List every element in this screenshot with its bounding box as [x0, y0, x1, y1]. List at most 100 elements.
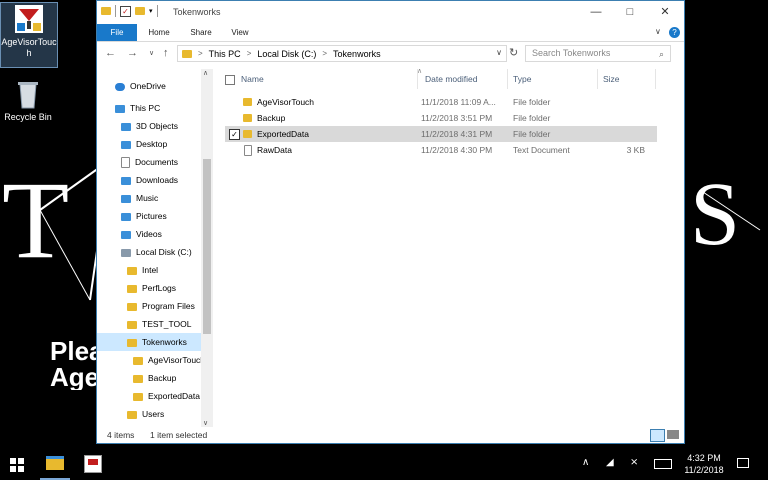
- folder-icon: [133, 374, 143, 383]
- breadcrumb-this-pc[interactable]: This PC: [209, 49, 241, 59]
- title-bar[interactable]: ✓ ▾ Tokenworks — □ ✕: [97, 1, 684, 24]
- column-header-size[interactable]: Size: [603, 69, 620, 89]
- desktop-icon-recycle-bin[interactable]: Recycle Bin: [0, 78, 56, 123]
- folder-icon: [127, 284, 137, 293]
- tab-view[interactable]: View: [225, 24, 255, 41]
- nav-item-perflogs[interactable]: PerfLogs: [97, 279, 213, 297]
- file-explorer-taskbar-icon[interactable]: [46, 456, 64, 470]
- breadcrumb-tokenworks[interactable]: Tokenworks: [333, 49, 381, 59]
- expand-ribbon-icon[interactable]: ∨: [655, 27, 661, 36]
- folder-icon: [127, 410, 137, 419]
- nav-item-program-files[interactable]: Program Files: [97, 297, 213, 315]
- file-row[interactable]: ✓ ExportedData 11/2/2018 4:31 PM File fo…: [225, 126, 657, 142]
- nav-item-tokenworks[interactable]: Tokenworks: [97, 333, 213, 351]
- maximize-button[interactable]: □: [613, 1, 647, 24]
- nav-scrollbar[interactable]: ∧ ∨: [201, 69, 213, 427]
- nav-item-backup[interactable]: Backup: [97, 369, 213, 387]
- explorer-window: ✓ ▾ Tokenworks — □ ✕ File Home Share Vie…: [96, 0, 685, 444]
- desktop-icon-agevisortouch[interactable]: AgeVisorTouch: [0, 2, 58, 68]
- ribbon: File Home Share View ∨ ?: [97, 24, 684, 42]
- music-icon: [121, 194, 131, 203]
- window-title: Tokenworks: [173, 7, 221, 17]
- network-icon[interactable]: ◢: [606, 457, 614, 468]
- videos-icon: [121, 230, 131, 239]
- folder-icon: [127, 320, 137, 329]
- downloads-icon: [121, 176, 131, 185]
- folder-icon: [121, 140, 131, 149]
- documents-icon: [121, 157, 130, 169]
- folder-icon: [243, 130, 252, 138]
- tab-share[interactable]: Share: [183, 24, 219, 41]
- minimize-button[interactable]: —: [579, 1, 613, 24]
- row-checkbox[interactable]: ✓: [229, 129, 240, 140]
- nav-item-users[interactable]: Users: [97, 405, 213, 423]
- scroll-up-icon[interactable]: ∧: [203, 69, 208, 77]
- forward-button[interactable]: →: [127, 47, 138, 59]
- search-input[interactable]: Search Tokenworks ⌕: [525, 45, 671, 62]
- recycle-bin-icon: [12, 78, 44, 110]
- tab-file[interactable]: File: [97, 24, 137, 41]
- help-icon[interactable]: ?: [669, 27, 680, 38]
- nav-item-3d-objects[interactable]: 3D Objects: [97, 117, 213, 135]
- nav-item-pictures[interactable]: Pictures: [97, 207, 213, 225]
- clock[interactable]: 4:32 PM 11/2/2018: [682, 452, 726, 476]
- up-button[interactable]: ↑: [163, 47, 169, 59]
- nav-item-music[interactable]: Music: [97, 189, 213, 207]
- file-row[interactable]: Backup 11/2/2018 3:51 PM File folder: [225, 110, 657, 126]
- pc-icon: [115, 104, 125, 113]
- properties-icon[interactable]: ✓: [120, 5, 131, 17]
- nav-item-intel[interactable]: Intel: [97, 261, 213, 279]
- nav-item-videos[interactable]: Videos: [97, 225, 213, 243]
- select-all-checkbox[interactable]: [225, 75, 235, 85]
- folder-icon: [101, 7, 111, 15]
- details-view-icon[interactable]: [650, 429, 665, 442]
- new-folder-icon[interactable]: [135, 7, 145, 15]
- column-header-type[interactable]: Type: [513, 69, 531, 89]
- volume-muted-icon[interactable]: ⨯: [630, 457, 638, 468]
- drive-icon: [121, 248, 131, 257]
- tab-home[interactable]: Home: [141, 24, 177, 41]
- file-row[interactable]: RawData 11/2/2018 4:30 PM Text Document …: [225, 142, 657, 158]
- address-row: ← → ∨ ↑ > This PC > Local Disk (C:) > To…: [97, 42, 684, 66]
- column-header-date-modified[interactable]: Date modified: [425, 69, 477, 89]
- folder-icon: [133, 392, 143, 401]
- nav-item-downloads[interactable]: Downloads: [97, 171, 213, 189]
- folder-icon: [127, 266, 137, 275]
- large-icons-view-icon[interactable]: [667, 430, 679, 439]
- scroll-down-icon[interactable]: ∨: [203, 419, 208, 427]
- column-header-name[interactable]: Name: [241, 69, 264, 89]
- nav-item-test-tool[interactable]: TEST_TOOL: [97, 315, 213, 333]
- chevron-down-icon[interactable]: ∨: [496, 48, 502, 57]
- folder-icon: [127, 338, 137, 347]
- search-icon: ⌕: [658, 49, 664, 59]
- taskbar: ∧ ◢ ⨯ 4:32 PM 11/2/2018: [0, 450, 768, 480]
- back-button[interactable]: ←: [105, 47, 116, 59]
- nav-item-documents[interactable]: Documents: [97, 153, 213, 171]
- breadcrumb-local-disk[interactable]: Local Disk (C:): [257, 49, 316, 59]
- onedrive-icon: [115, 82, 125, 91]
- quick-access-dropdown-icon[interactable]: ▾: [149, 7, 153, 15]
- chevron-right-icon[interactable]: >: [198, 49, 203, 58]
- nav-item-desktop[interactable]: Desktop: [97, 135, 213, 153]
- folder-icon: [182, 49, 192, 58]
- refresh-icon[interactable]: ↻: [509, 46, 518, 59]
- close-button[interactable]: ✕: [648, 1, 682, 24]
- agevisor-taskbar-icon[interactable]: [84, 455, 102, 473]
- show-hidden-icons-icon[interactable]: ∧: [582, 457, 589, 468]
- address-bar[interactable]: > This PC > Local Disk (C:) > Tokenworks…: [177, 45, 507, 62]
- nav-item-exporteddata[interactable]: ExportedData: [97, 387, 213, 405]
- nav-item-agevisortouch[interactable]: AgeVisorTouch: [97, 351, 213, 369]
- start-button[interactable]: [10, 458, 24, 472]
- nav-item-this-pc[interactable]: This PC: [97, 99, 213, 117]
- chevron-right-icon[interactable]: >: [322, 49, 327, 58]
- nav-item-local-disk[interactable]: Local Disk (C:): [97, 243, 213, 261]
- action-center-icon[interactable]: [737, 458, 749, 468]
- nav-item-onedrive[interactable]: OneDrive: [97, 77, 213, 95]
- chevron-right-icon[interactable]: >: [247, 49, 252, 58]
- recent-locations-icon[interactable]: ∨: [149, 49, 154, 57]
- folder-icon: [127, 302, 137, 311]
- touch-keyboard-icon[interactable]: [654, 459, 672, 469]
- scroll-thumb[interactable]: [203, 159, 211, 334]
- text-document-icon: [244, 145, 252, 156]
- file-row[interactable]: AgeVisorTouch 11/1/2018 11:09 A... File …: [225, 94, 657, 110]
